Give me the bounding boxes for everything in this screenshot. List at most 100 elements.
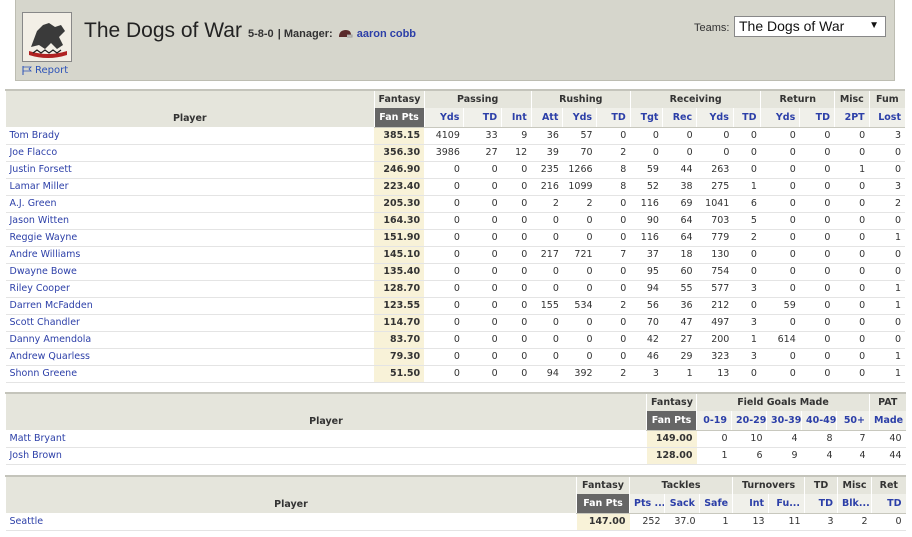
stat-column-header[interactable]: Made bbox=[869, 411, 906, 431]
stat-column-header[interactable]: 2PT bbox=[833, 108, 870, 128]
player-name-link[interactable]: Tom Brady bbox=[5, 127, 375, 145]
stat-cell: 1 bbox=[869, 280, 905, 298]
fantasy-points: 123.55 bbox=[374, 297, 425, 315]
stat-cell: 1099 bbox=[562, 178, 597, 196]
stat-cell: 0 bbox=[424, 314, 464, 332]
player-name-link[interactable]: Seattle bbox=[5, 513, 577, 531]
stat-column-header[interactable]: Rec bbox=[662, 108, 697, 128]
fantasy-points: 147.00 bbox=[576, 513, 630, 531]
stat-column-header[interactable]: TD bbox=[463, 108, 502, 128]
stat-column-header[interactable]: TD bbox=[799, 108, 835, 128]
player-name-link[interactable]: A.J. Green bbox=[5, 195, 375, 213]
stat-column-header[interactable]: TD bbox=[596, 108, 631, 128]
stat-cell: 3 bbox=[733, 280, 761, 298]
stat-cell: 217 bbox=[531, 246, 563, 264]
stat-column-header[interactable]: TD bbox=[804, 494, 838, 514]
stat-column-header[interactable]: Blk... bbox=[837, 494, 872, 514]
player-name-link[interactable]: Andre Williams bbox=[5, 246, 375, 264]
stat-column-header[interactable]: Yds bbox=[423, 108, 464, 128]
stat-cell: 0 bbox=[662, 127, 697, 145]
group-fantasy: Fantasy bbox=[576, 476, 630, 494]
stat-cell: 0 bbox=[463, 195, 502, 213]
stat-column-header[interactable]: Yds bbox=[760, 108, 800, 128]
stat-column-header[interactable]: Yds bbox=[562, 108, 597, 128]
flag-icon bbox=[22, 66, 32, 75]
defense-table: Player Fantasy Tackles Turnovers TD Misc… bbox=[5, 475, 906, 531]
stat-column-header[interactable]: Yds bbox=[696, 108, 734, 128]
stat-column-header[interactable]: Fu... bbox=[768, 494, 805, 514]
player-name-link[interactable]: Joe Flacco bbox=[5, 144, 375, 162]
teams-dropdown[interactable]: The Dogs of War ▼ bbox=[734, 16, 886, 37]
stat-column-header[interactable]: Lost bbox=[868, 108, 905, 128]
stat-cell: 39 bbox=[531, 144, 563, 162]
player-name-link[interactable]: Reggie Wayne bbox=[5, 229, 375, 247]
stat-cell: 1 bbox=[733, 331, 761, 349]
stat-cell: 0 bbox=[463, 178, 502, 196]
player-name-link[interactable]: Riley Cooper bbox=[5, 280, 375, 298]
stat-cell: 40 bbox=[869, 430, 906, 448]
stat-column-header[interactable]: Int bbox=[501, 108, 532, 128]
player-name-link[interactable]: Shonn Greene bbox=[5, 365, 375, 383]
fan-pts-header[interactable]: Fan Pts bbox=[646, 411, 697, 431]
group-misc: Misc bbox=[833, 90, 870, 108]
stat-cell: 94 bbox=[531, 365, 563, 383]
player-name-link[interactable]: Matt Bryant bbox=[5, 430, 647, 448]
stat-column-header[interactable]: Tgt bbox=[629, 108, 663, 128]
report-link[interactable]: Report bbox=[22, 65, 68, 76]
stat-cell: 0 bbox=[531, 229, 563, 247]
fan-pts-header[interactable]: Fan Pts bbox=[373, 108, 425, 128]
player-name-link[interactable]: Darren McFadden bbox=[5, 297, 375, 315]
stat-cell: 0 bbox=[834, 280, 870, 298]
stat-cell: 4 bbox=[836, 447, 870, 465]
manager-name-link[interactable]: aaron cobb bbox=[357, 28, 416, 40]
stat-cell: 0 bbox=[501, 195, 532, 213]
stat-column-header[interactable]: TD bbox=[871, 494, 906, 514]
group-receiving: Receiving bbox=[629, 90, 761, 108]
fan-pts-header[interactable]: Fan Pts bbox=[576, 494, 630, 514]
stat-column-header[interactable]: Int bbox=[732, 494, 769, 514]
stat-cell: 2 bbox=[733, 229, 761, 247]
player-name-link[interactable]: Danny Amendola bbox=[5, 331, 375, 349]
stat-cell: 754 bbox=[696, 263, 734, 281]
fantasy-points: 79.30 bbox=[374, 348, 425, 366]
stat-cell: 0 bbox=[733, 127, 761, 145]
stat-cell: 0 bbox=[799, 195, 835, 213]
player-name-link[interactable]: Lamar Miller bbox=[5, 178, 375, 196]
stat-cell: 497 bbox=[696, 314, 734, 332]
player-name-link[interactable]: Andrew Quarless bbox=[5, 348, 375, 366]
stat-cell: 0 bbox=[562, 348, 597, 366]
player-name-link[interactable]: Josh Brown bbox=[5, 447, 647, 465]
stat-cell: 0 bbox=[562, 229, 597, 247]
stat-cell: 721 bbox=[562, 246, 597, 264]
stat-cell: 263 bbox=[696, 161, 734, 179]
teams-label: Teams: bbox=[694, 22, 730, 34]
stat-cell: 12 bbox=[501, 144, 532, 162]
table-row: Lamar Miller 223.40 0 0 0 216 1099 8 52 38 275 1 0 0 0… bbox=[5, 178, 905, 196]
group-fum: Fum bbox=[868, 90, 905, 108]
stat-cell: 0 bbox=[834, 144, 870, 162]
stat-cell: 0 bbox=[424, 178, 464, 196]
stat-column-header[interactable]: 50+ bbox=[836, 411, 870, 431]
stat-cell: 0 bbox=[760, 263, 800, 281]
stat-cell: 0 bbox=[501, 365, 532, 383]
stat-column-header[interactable]: 0-19 bbox=[696, 411, 732, 431]
stat-cell: 0 bbox=[799, 127, 835, 145]
stat-cell: 534 bbox=[562, 297, 597, 315]
stat-column-header[interactable]: 30-39 bbox=[766, 411, 802, 431]
player-name-link[interactable]: Justin Forsett bbox=[5, 161, 375, 179]
stat-column-header[interactable]: TD bbox=[732, 108, 761, 128]
stat-cell: 0 bbox=[501, 161, 532, 179]
player-name-link[interactable]: Dwayne Bowe bbox=[5, 263, 375, 281]
stat-column-header[interactable]: Sack bbox=[664, 494, 700, 514]
stat-column-header[interactable]: Pts ... bbox=[629, 494, 665, 514]
player-name-link[interactable]: Jason Witten bbox=[5, 212, 375, 230]
stat-column-header[interactable]: Att bbox=[530, 108, 563, 128]
stat-cell: 216 bbox=[531, 178, 563, 196]
stat-column-header[interactable]: Safe bbox=[698, 494, 733, 514]
stat-column-header[interactable]: 20-29 bbox=[731, 411, 767, 431]
stat-cell: 29 bbox=[662, 348, 697, 366]
stat-cell: 64 bbox=[662, 229, 697, 247]
player-name-link[interactable]: Scott Chandler bbox=[5, 314, 375, 332]
stat-column-header[interactable]: 40-49 bbox=[801, 411, 837, 431]
table-row: Riley Cooper 128.70 0 0 0 0 0 0 94 55 577 3 0 0 0 1 bbox=[5, 280, 905, 298]
